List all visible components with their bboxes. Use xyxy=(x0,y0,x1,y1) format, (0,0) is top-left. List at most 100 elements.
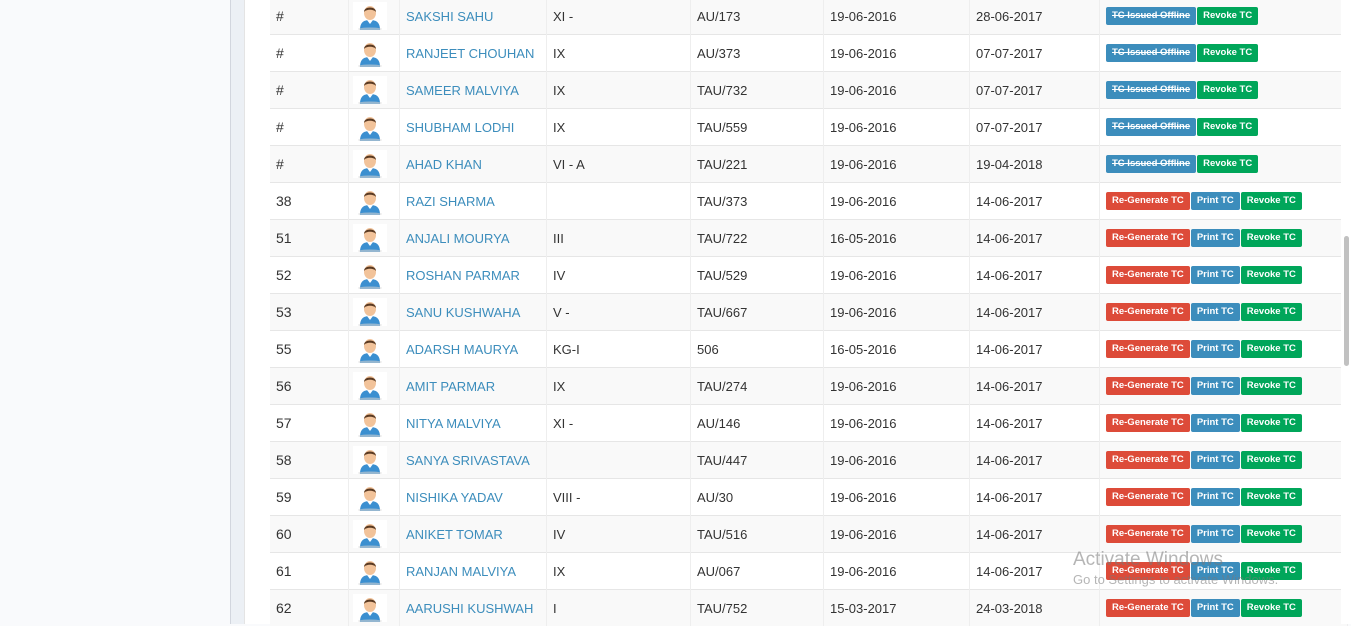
student-name-link[interactable]: AHAD KHAN xyxy=(406,157,482,172)
table-row: #SHUBHAM LODHIIXTAU/55919-06-201607-07-2… xyxy=(270,109,1348,146)
re-generate-tc-button[interactable]: Re-Generate TC xyxy=(1106,340,1190,358)
student-name-link[interactable]: SAMEER MALVIYA xyxy=(406,83,519,98)
re-generate-tc-button[interactable]: Re-Generate TC xyxy=(1106,599,1190,617)
revoke-tc-button[interactable]: Revoke TC xyxy=(1241,562,1302,580)
tc-issued-offline-button[interactable]: TC Issued Offline xyxy=(1106,155,1196,173)
print-tc-button[interactable]: Print TC xyxy=(1191,303,1240,321)
revoke-tc-button[interactable]: Revoke TC xyxy=(1241,414,1302,432)
revoke-tc-button[interactable]: Revoke TC xyxy=(1197,7,1258,25)
print-tc-button[interactable]: Print TC xyxy=(1191,229,1240,247)
student-name-cell: RANJEET CHOUHAN xyxy=(400,35,547,72)
student-avatar-icon xyxy=(353,2,387,30)
revoke-tc-button[interactable]: Revoke TC xyxy=(1241,377,1302,395)
revoke-tc-button[interactable]: Revoke TC xyxy=(1241,599,1302,617)
row-serial: 59 xyxy=(270,479,349,516)
avatar-cell xyxy=(349,0,400,35)
revoke-tc-button[interactable]: Revoke TC xyxy=(1241,229,1302,247)
admission-date-cell: 19-06-2016 xyxy=(824,257,970,294)
re-generate-tc-button[interactable]: Re-Generate TC xyxy=(1106,414,1190,432)
admission-no-cell: TAU/722 xyxy=(691,220,824,257)
admission-no-cell: AU/146 xyxy=(691,405,824,442)
student-name-link[interactable]: SANU KUSHWAHA xyxy=(406,305,520,320)
re-generate-tc-button[interactable]: Re-Generate TC xyxy=(1106,266,1190,284)
revoke-tc-button[interactable]: Revoke TC xyxy=(1197,81,1258,99)
revoke-tc-button[interactable]: Revoke TC xyxy=(1197,44,1258,62)
print-tc-button[interactable]: Print TC xyxy=(1191,266,1240,284)
student-name-link[interactable]: SAKSHI SAHU xyxy=(406,9,493,24)
tc-issued-offline-button[interactable]: TC Issued Offline xyxy=(1106,44,1196,62)
student-name-link[interactable]: ROSHAN PARMAR xyxy=(406,268,520,283)
sidebar xyxy=(0,0,231,624)
revoke-tc-button[interactable]: Revoke TC xyxy=(1241,488,1302,506)
class-cell: VIII - xyxy=(547,479,691,516)
print-tc-button[interactable]: Print TC xyxy=(1191,451,1240,469)
print-tc-button[interactable]: Print TC xyxy=(1191,414,1240,432)
re-generate-tc-button[interactable]: Re-Generate TC xyxy=(1106,451,1190,469)
class-cell: IV xyxy=(547,516,691,553)
table-row: 59NISHIKA YADAVVIII -AU/3019-06-201614-0… xyxy=(270,479,1348,516)
actions-cell: Re-Generate TCPrint TCRevoke TC xyxy=(1100,257,1348,294)
student-name-link[interactable]: SHUBHAM LODHI xyxy=(406,120,514,135)
print-tc-button[interactable]: Print TC xyxy=(1191,192,1240,210)
student-name-cell: SHUBHAM LODHI xyxy=(400,109,547,146)
revoke-tc-button[interactable]: Revoke TC xyxy=(1241,525,1302,543)
re-generate-tc-button[interactable]: Re-Generate TC xyxy=(1106,525,1190,543)
print-tc-button[interactable]: Print TC xyxy=(1191,562,1240,580)
revoke-tc-button[interactable]: Revoke TC xyxy=(1197,118,1258,136)
re-generate-tc-button[interactable]: Re-Generate TC xyxy=(1106,229,1190,247)
student-avatar-icon xyxy=(353,594,387,622)
revoke-tc-button[interactable]: Revoke TC xyxy=(1241,340,1302,358)
student-name-link[interactable]: AMIT PARMAR xyxy=(406,379,495,394)
student-avatar-icon xyxy=(353,520,387,548)
table-row: #SAKSHI SAHUXI -AU/17319-06-201628-06-20… xyxy=(270,0,1348,35)
student-name-link[interactable]: RAZI SHARMA xyxy=(406,194,495,209)
class-cell: IX xyxy=(547,109,691,146)
revoke-tc-button[interactable]: Revoke TC xyxy=(1241,266,1302,284)
student-name-link[interactable]: RANJEET CHOUHAN xyxy=(406,46,534,61)
class-cell: IX xyxy=(547,368,691,405)
revoke-tc-button[interactable]: Revoke TC xyxy=(1241,451,1302,469)
student-name-link[interactable]: ANJALI MOURYA xyxy=(406,231,510,246)
re-generate-tc-button[interactable]: Re-Generate TC xyxy=(1106,488,1190,506)
avatar-cell xyxy=(349,72,400,109)
tc-date-cell: 14-06-2017 xyxy=(970,220,1100,257)
avatar-cell xyxy=(349,220,400,257)
student-name-link[interactable]: NISHIKA YADAV xyxy=(406,490,503,505)
print-tc-button[interactable]: Print TC xyxy=(1191,340,1240,358)
row-serial: 38 xyxy=(270,183,349,220)
student-avatar-icon xyxy=(353,557,387,585)
print-tc-button[interactable]: Print TC xyxy=(1191,525,1240,543)
actions-cell: Re-Generate TCPrint TCRevoke TC xyxy=(1100,590,1348,626)
avatar-cell xyxy=(349,368,400,405)
print-tc-button[interactable]: Print TC xyxy=(1191,599,1240,617)
student-name-link[interactable]: NITYA MALVIYA xyxy=(406,416,501,431)
class-cell xyxy=(547,442,691,479)
tc-issued-offline-button[interactable]: TC Issued Offline xyxy=(1106,7,1196,25)
revoke-tc-button[interactable]: Revoke TC xyxy=(1241,192,1302,210)
student-name-link[interactable]: AARUSHI KUSHWAH xyxy=(406,601,533,616)
tc-date-cell: 07-07-2017 xyxy=(970,35,1100,72)
re-generate-tc-button[interactable]: Re-Generate TC xyxy=(1106,192,1190,210)
re-generate-tc-button[interactable]: Re-Generate TC xyxy=(1106,562,1190,580)
row-serial: # xyxy=(270,35,349,72)
tc-issued-offline-button[interactable]: TC Issued Offline xyxy=(1106,118,1196,136)
admission-date-cell: 19-06-2016 xyxy=(824,0,970,35)
student-name-cell: ANJALI MOURYA xyxy=(400,220,547,257)
row-serial: # xyxy=(270,0,349,35)
student-name-link[interactable]: ADARSH MAURYA xyxy=(406,342,518,357)
tc-issued-offline-button[interactable]: TC Issued Offline xyxy=(1106,81,1196,99)
print-tc-button[interactable]: Print TC xyxy=(1191,488,1240,506)
scrollbar[interactable] xyxy=(1341,0,1351,624)
student-name-link[interactable]: ANIKET TOMAR xyxy=(406,527,503,542)
revoke-tc-button[interactable]: Revoke TC xyxy=(1241,303,1302,321)
tc-date-cell: 14-06-2017 xyxy=(970,405,1100,442)
student-name-link[interactable]: RANJAN MALVIYA xyxy=(406,564,516,579)
scrollbar-thumb[interactable] xyxy=(1344,236,1349,366)
student-avatar-icon xyxy=(353,446,387,474)
student-name-link[interactable]: SANYA SRIVASTAVA xyxy=(406,453,530,468)
revoke-tc-button[interactable]: Revoke TC xyxy=(1197,155,1258,173)
print-tc-button[interactable]: Print TC xyxy=(1191,377,1240,395)
admission-no-cell: TAU/667 xyxy=(691,294,824,331)
re-generate-tc-button[interactable]: Re-Generate TC xyxy=(1106,377,1190,395)
re-generate-tc-button[interactable]: Re-Generate TC xyxy=(1106,303,1190,321)
